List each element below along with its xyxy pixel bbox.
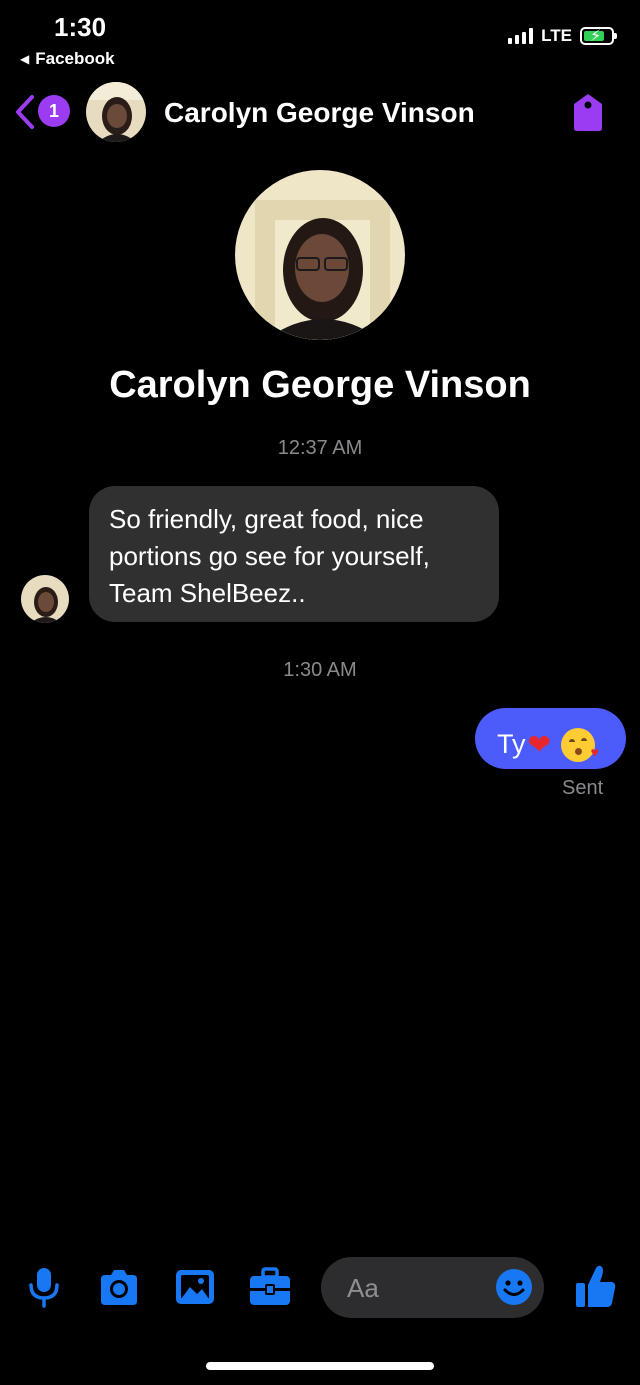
profile-name: Carolyn George Vinson [109,364,531,406]
smiley-icon [496,1269,532,1305]
outgoing-message-bubble[interactable]: Ty ❤ ♥ [475,708,626,769]
message-status: Sent [562,777,604,799]
back-app-label: Facebook [35,49,115,68]
back-chevron-icon [16,95,34,129]
message-timestamp: 1:30 AM [283,659,357,681]
photo-button[interactable] [173,1265,217,1309]
profile-photo [235,170,405,340]
briefcase-button[interactable] [248,1265,292,1309]
status-indicators: LTE ⚡ [508,26,617,46]
signal-icon [508,28,534,44]
emoji-button[interactable] [495,1268,533,1306]
battery-icon: ⚡ [580,27,617,45]
message-input-placeholder: Aa [347,1273,379,1303]
tag-button[interactable] [570,92,606,132]
home-indicator[interactable] [206,1362,434,1370]
header-contact-name[interactable]: Carolyn George Vinson [164,97,475,129]
sender-avatar[interactable] [21,575,69,623]
back-to-app-link[interactable]: ◀ Facebook [20,49,115,69]
thumbs-up-icon [576,1265,616,1307]
message-timestamp: 12:37 AM [277,437,363,459]
briefcase-icon [250,1267,290,1305]
header-avatar[interactable] [86,82,146,142]
back-triangle-icon: ◀ [20,52,30,66]
thumbs-up-button[interactable] [574,1263,618,1307]
camera-icon [101,1270,137,1305]
profile-avatar[interactable] [235,170,405,340]
message-input[interactable]: Aa [321,1257,544,1318]
microphone-icon [29,1268,59,1308]
microphone-button[interactable] [22,1265,66,1309]
back-button[interactable]: 1 [14,93,72,131]
network-label: LTE [541,26,572,45]
avatar-image [86,82,146,142]
red-heart-icon: ❤ [527,729,551,760]
sender-avatar-image [21,575,69,623]
camera-button[interactable] [97,1265,141,1309]
face-blowing-kiss-icon: ♥ [560,727,599,762]
photo-icon [176,1270,214,1304]
incoming-message-bubble[interactable]: So friendly, great food, nice portions g… [89,486,499,622]
tag-icon [574,94,602,131]
unread-count-badge: 1 [38,95,70,127]
outgoing-message-text: Ty [497,729,526,759]
status-time: 1:30 [54,12,107,42]
